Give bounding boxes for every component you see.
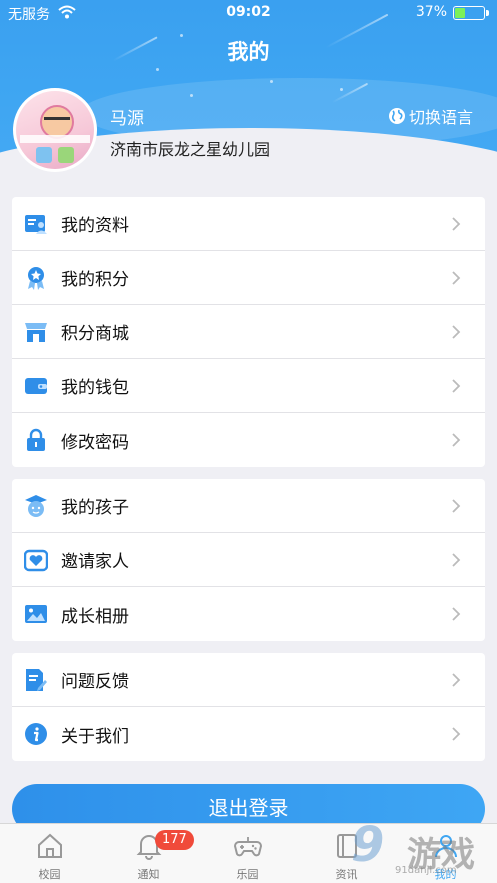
tab-playground[interactable]: 乐园 [198, 824, 297, 883]
battery-percent: 37% [415, 4, 447, 20]
avatar[interactable] [13, 88, 97, 172]
menu-item-label: 邀请家人 [61, 552, 129, 572]
menu-item-label: 问题反馈 [61, 672, 129, 692]
menu-item-my-points[interactable]: 我的积分 [12, 251, 485, 305]
menu-item-label: 修改密码 [61, 432, 129, 453]
watermark-url: 91danji.com [395, 865, 457, 876]
menu-item-label: 我的孩子 [61, 498, 129, 518]
profile-card-icon [25, 215, 47, 234]
menu-item-invite-family[interactable]: 邀请家人 [12, 533, 485, 587]
tab-notices[interactable]: 177 通知 [99, 824, 198, 883]
switch-language-label: 切换语言 [408, 108, 473, 127]
site-watermark: 9 游戏 91danji.com [351, 817, 491, 879]
chevron-right-icon [452, 325, 461, 339]
menu-item-label: 积分商城 [61, 324, 129, 344]
menu-item-label: 我的积分 [61, 270, 129, 290]
chevron-right-icon [452, 379, 461, 393]
photo-album-icon [25, 605, 47, 623]
menu-item-label: 我的资料 [61, 216, 129, 236]
child-graduate-icon [25, 495, 47, 517]
globe-icon [388, 108, 405, 124]
avatar-icon-b [58, 147, 74, 163]
avatar-glasses [44, 117, 70, 125]
chevron-right-icon [452, 553, 461, 567]
chevron-right-icon [452, 271, 461, 285]
battery-nub [486, 10, 489, 16]
avatar-icon-a [36, 147, 52, 163]
tab-campus[interactable]: 校园 [0, 824, 99, 883]
chevron-right-icon [452, 607, 461, 621]
medal-icon [28, 267, 44, 290]
home-icon [38, 833, 62, 858]
menu-group-family: 我的孩子 邀请家人 成长相册 [12, 479, 485, 641]
menu-item-label: 关于我们 [61, 726, 129, 747]
school-name: 济南市辰龙之星幼儿园 [110, 140, 271, 159]
menu-item-label: 成长相册 [61, 606, 129, 627]
menu-item-about-us[interactable]: 关于我们 [12, 707, 485, 761]
feedback-edit-icon [26, 669, 47, 691]
chevron-right-icon [452, 499, 461, 513]
battery-fill [455, 8, 466, 18]
tab-label: 校园 [38, 868, 61, 881]
page-title: 我的 [227, 40, 270, 64]
store-icon [25, 323, 47, 342]
star-decoration [340, 88, 343, 91]
menu-item-my-children[interactable]: 我的孩子 [12, 479, 485, 533]
wallet-icon [25, 378, 47, 394]
chevron-right-icon [452, 727, 461, 741]
star-decoration [156, 68, 159, 71]
avatar-banner [20, 135, 90, 143]
switch-language-button[interactable]: 切换语言 [388, 104, 473, 128]
menu-item-my-profile[interactable]: 我的资料 [12, 197, 485, 251]
tab-label: 通知 [137, 868, 160, 881]
battery-icon [453, 6, 489, 20]
menu-item-my-wallet[interactable]: 我的钱包 [12, 359, 485, 413]
chevron-right-icon [452, 433, 461, 447]
tab-label: 乐园 [236, 868, 259, 881]
gamepad-icon [234, 837, 262, 857]
star-decoration [270, 80, 273, 83]
chevron-right-icon [452, 673, 461, 687]
status-bar: 无服务 09:02 37% [0, 0, 497, 26]
chevron-right-icon [452, 217, 461, 231]
menu-item-label: 我的钱包 [61, 378, 129, 398]
menu-item-feedback[interactable]: 问题反馈 [12, 653, 485, 707]
user-name: 马源 [110, 109, 144, 129]
watermark-number: 9 [351, 817, 385, 873]
info-icon [25, 723, 47, 745]
star-decoration [190, 94, 193, 97]
heart-invite-icon [24, 549, 48, 572]
menu-group-support: 问题反馈 关于我们 [12, 653, 485, 761]
menu-item-growth-album[interactable]: 成长相册 [12, 587, 485, 641]
menu-item-points-mall[interactable]: 积分商城 [12, 305, 485, 359]
lock-icon [27, 428, 45, 451]
menu-item-change-password[interactable]: 修改密码 [12, 413, 485, 467]
menu-group-account: 我的资料 我的积分 积分商城 我的钱包 修改密码 [12, 197, 485, 467]
notification-badge: 177 [155, 830, 194, 850]
